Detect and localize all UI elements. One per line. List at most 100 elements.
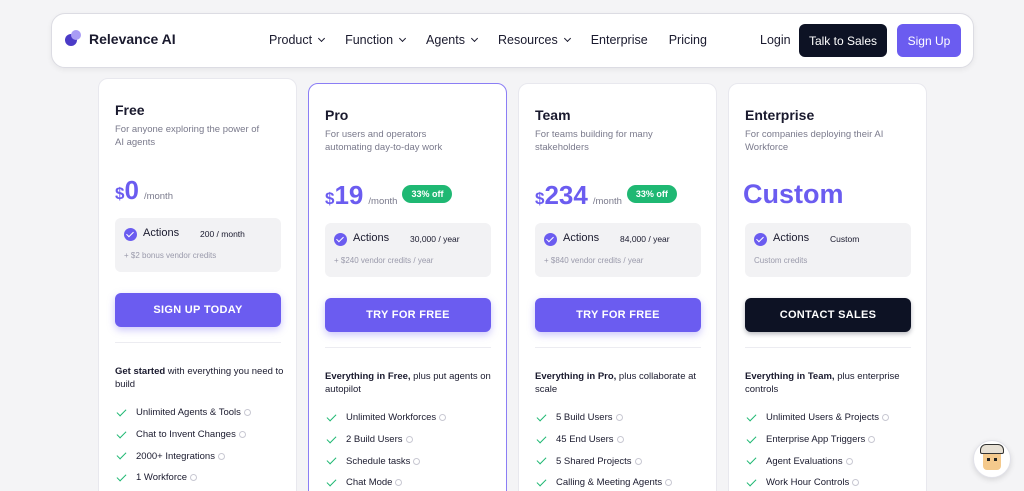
sign-up-button[interactable]: Sign Up xyxy=(897,24,961,57)
actions-label: Actions xyxy=(353,232,390,244)
info-icon[interactable] xyxy=(190,474,198,482)
feature-list: 5 Build Users 45 End Users 5 Shared Proj… xyxy=(536,407,673,491)
info-icon[interactable] xyxy=(243,409,251,417)
divider xyxy=(535,347,701,348)
info-icon[interactable] xyxy=(217,452,225,460)
plan-intro: Everything in Pro, plus collaborate at s… xyxy=(535,370,705,396)
plan-card-enterprise: Enterprise For companies deploying their… xyxy=(728,83,927,491)
feature-item: Agent Evaluations xyxy=(746,450,889,472)
info-icon[interactable] xyxy=(881,414,889,422)
nav-enterprise[interactable]: Enterprise xyxy=(591,33,648,47)
actions-value: 30,000 / year xyxy=(410,234,460,244)
actions-label: Actions xyxy=(143,227,180,239)
nav-resources[interactable]: Resources xyxy=(498,33,571,47)
sign-up-today-button[interactable]: SIGN UP TODAY xyxy=(115,293,281,327)
info-icon[interactable] xyxy=(868,436,876,444)
plan-card-pro: Pro For users and operators automating d… xyxy=(308,83,507,491)
feature-label: Chat to Invent Changes xyxy=(136,429,236,441)
price-amount: 0 xyxy=(124,175,139,205)
feature-item: 2 Build Users xyxy=(326,429,446,451)
divider xyxy=(325,347,491,348)
nav-enterprise-label: Enterprise xyxy=(590,33,648,47)
plan-name: Enterprise xyxy=(745,107,815,123)
discount-badge: 33% off xyxy=(626,185,677,203)
talk-to-sales-button[interactable]: Talk to Sales xyxy=(799,24,887,57)
plan-intro: Everything in Team, plus enterprise cont… xyxy=(745,370,915,396)
actions-box: Actions 200 / month + $2 bonus vendor cr… xyxy=(115,218,281,272)
feature-item: Unlimited Users & Projects xyxy=(746,407,889,429)
feature-label: 45 End Users xyxy=(556,434,614,446)
plan-card-team: Team For teams building for many stakeho… xyxy=(518,83,717,491)
info-icon[interactable] xyxy=(413,457,421,465)
try-for-free-button[interactable]: TRY FOR FREE xyxy=(325,298,491,332)
checkmark-icon xyxy=(536,454,547,465)
info-icon[interactable] xyxy=(634,457,642,465)
brand[interactable]: Relevance AI xyxy=(65,30,176,48)
info-icon[interactable] xyxy=(616,436,624,444)
info-icon[interactable] xyxy=(439,414,447,422)
feature-item: Schedule tasks xyxy=(326,450,446,472)
info-icon[interactable] xyxy=(405,436,413,444)
contact-sales-button[interactable]: CONTACT SALES xyxy=(745,298,911,332)
feature-label: Work Hour Controls xyxy=(766,477,850,489)
nav-pricing-label: Pricing xyxy=(668,33,707,47)
feature-item: Chat to Invent Changes xyxy=(116,424,251,446)
feature-label: 1 Workforce xyxy=(136,472,188,484)
plan-price-custom: Custom xyxy=(743,179,844,209)
info-icon[interactable] xyxy=(845,457,853,465)
checkmark-icon xyxy=(746,476,757,487)
intro-bold: Everything in Team, xyxy=(745,371,835,382)
plan-intro: Everything in Free, plus put agents on a… xyxy=(325,370,495,396)
checkmark-icon xyxy=(116,406,127,417)
feature-label: 5 Shared Projects xyxy=(556,455,632,467)
nav-function-label: Function xyxy=(345,33,394,47)
try-for-free-button[interactable]: TRY FOR FREE xyxy=(535,298,701,332)
feature-item: Chat Mode xyxy=(326,472,446,491)
feature-item: 45 End Users xyxy=(536,429,672,451)
info-icon[interactable] xyxy=(665,479,673,487)
price-period: /month xyxy=(143,191,173,202)
nav-product[interactable]: Product xyxy=(269,33,326,47)
checkmark-icon xyxy=(326,454,337,465)
price-amount: 234 xyxy=(544,180,588,210)
actions-credits: + $240 vendor credits / year xyxy=(334,256,434,265)
chat-assistant-avatar[interactable] xyxy=(973,440,1011,478)
plan-price: $ 0 /month xyxy=(115,175,173,205)
info-icon[interactable] xyxy=(615,414,623,422)
feature-label: Unlimited Users & Projects xyxy=(766,412,879,424)
actions-box: Actions 84,000 / year + $840 vendor cred… xyxy=(535,223,701,277)
chevron-down-icon xyxy=(399,34,407,43)
info-icon[interactable] xyxy=(238,431,246,439)
discount-badge: 33% off xyxy=(402,185,453,203)
nav-pricing[interactable]: Pricing xyxy=(669,33,707,47)
checkmark-icon xyxy=(116,471,127,482)
plan-card-free: Free For anyone exploring the power of A… xyxy=(98,78,297,491)
divider xyxy=(115,342,281,343)
actions-label: Actions xyxy=(563,232,600,244)
checkmark-icon xyxy=(116,449,127,460)
feature-list: Unlimited Workforces 2 Build Users Sched… xyxy=(326,407,447,491)
info-icon[interactable] xyxy=(852,479,860,487)
checkmark-icon xyxy=(746,433,757,443)
checkmark-icon xyxy=(326,433,337,443)
feature-item: 2000+ Integrations xyxy=(116,445,251,467)
nav-function[interactable]: Function xyxy=(345,33,407,47)
price-currency: $ xyxy=(325,189,335,208)
checkmark-icon xyxy=(326,476,337,487)
nav-agents[interactable]: Agents xyxy=(426,33,479,47)
plan-price: $ 234 /month 33% off xyxy=(535,180,677,210)
feature-label: 5 Build Users xyxy=(556,412,613,424)
feature-label: Agent Evaluations xyxy=(766,455,843,467)
actions-box: Actions Custom Custom credits xyxy=(745,223,911,277)
feature-label: Unlimited Workforces xyxy=(346,412,437,424)
info-icon[interactable] xyxy=(395,479,403,487)
feature-label: 2 Build Users xyxy=(346,434,403,446)
nav-links: Product Function Agents Resources Enterp… xyxy=(269,33,728,47)
feature-label: 2000+ Integrations xyxy=(136,450,215,462)
login-link[interactable]: Login xyxy=(760,33,791,47)
nav-product-label: Product xyxy=(269,33,313,47)
checkmark-icon xyxy=(116,428,127,438)
actions-value: Custom xyxy=(830,234,860,244)
feature-item: Enterprise App Triggers xyxy=(746,429,889,451)
checkmark-icon xyxy=(536,433,547,443)
